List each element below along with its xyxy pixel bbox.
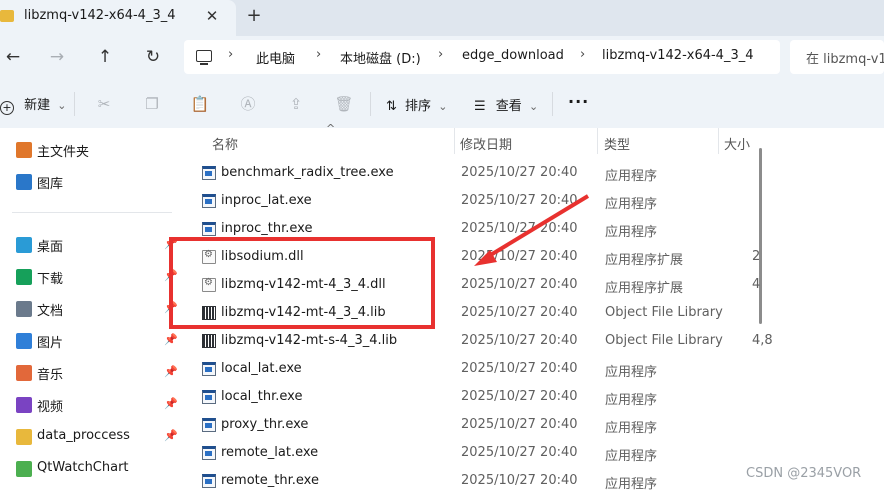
- watermark: CSDN @2345VOR: [746, 466, 862, 481]
- annotation-arrow: [474, 194, 590, 266]
- arrow-shaft: [482, 194, 590, 261]
